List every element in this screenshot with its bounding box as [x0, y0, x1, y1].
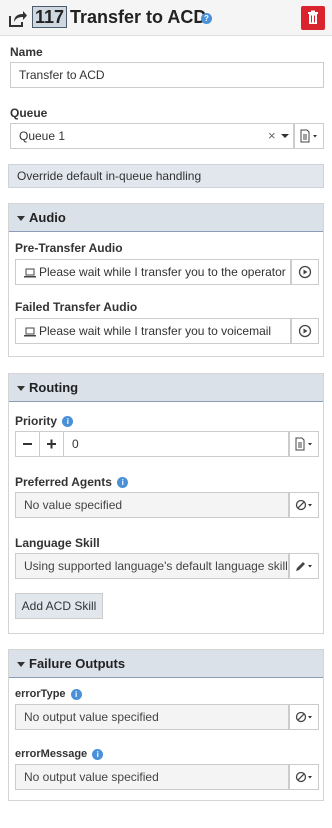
error-type-label-text: errorType	[15, 688, 66, 700]
info-icon[interactable]: i	[70, 688, 82, 700]
failure-outputs-section-header[interactable]: Failure Outputs	[9, 650, 323, 678]
pre-transfer-audio-value: Please wait while I transfer you to the …	[39, 265, 286, 279]
info-icon[interactable]: i	[62, 416, 74, 428]
language-skill-input[interactable]: Using supported language's default langu…	[15, 553, 289, 579]
help-icon[interactable]: ?	[201, 13, 212, 24]
trash-icon	[308, 10, 318, 24]
routing-section-header[interactable]: Routing	[9, 374, 323, 402]
error-type-label: errorType i	[15, 688, 82, 700]
caret-down-icon	[17, 386, 25, 391]
preferred-agents-label: Preferred Agents i	[15, 475, 129, 489]
no-value-icon	[295, 771, 312, 783]
preferred-agents-menu-button[interactable]	[289, 492, 319, 518]
laptop-icon	[24, 327, 36, 337]
document-icon	[300, 129, 317, 143]
pencil-icon	[296, 562, 312, 571]
error-type-input[interactable]: No output value specified	[15, 704, 289, 730]
language-skill-edit-button[interactable]	[289, 553, 319, 579]
priority-increment-button[interactable]	[39, 431, 64, 457]
error-message-menu-button[interactable]	[289, 764, 319, 790]
step-title: Transfer to ACD	[70, 7, 207, 27]
audio-section-header[interactable]: Audio	[9, 204, 323, 232]
override-in-queue-button[interactable]: Override default in-queue handling	[8, 164, 324, 188]
step-number: 117	[32, 6, 68, 28]
error-type-menu-button[interactable]	[289, 704, 319, 730]
routing-section-title: Routing	[29, 380, 79, 395]
caret-down-icon	[17, 662, 25, 667]
failed-transfer-audio-input[interactable]: Please wait while I transfer you to voic…	[15, 318, 291, 344]
name-label: Name	[10, 45, 43, 59]
priority-input[interactable]: 0	[63, 431, 289, 457]
audio-section-title: Audio	[29, 210, 66, 225]
priority-expression-button[interactable]	[289, 431, 319, 457]
error-message-input[interactable]: No output value specified	[15, 764, 289, 790]
caret-down-icon	[17, 216, 25, 221]
delete-button[interactable]	[301, 6, 325, 30]
no-value-icon	[295, 711, 312, 723]
info-icon[interactable]: i	[117, 477, 129, 489]
preferred-agents-input[interactable]: No value specified	[15, 492, 289, 518]
info-icon[interactable]: i	[92, 748, 104, 760]
plus-icon	[47, 439, 56, 449]
step-header: 117 Transfer to ACD ?	[0, 0, 332, 36]
play-failed-transfer-button[interactable]	[291, 318, 319, 344]
queue-label: Queue	[10, 106, 48, 120]
minus-icon	[23, 443, 32, 445]
queue-select[interactable]: Queue 1	[10, 123, 294, 149]
failed-transfer-audio-value: Please wait while I transfer you to voic…	[39, 324, 272, 338]
pre-transfer-audio-input[interactable]: Please wait while I transfer you to the …	[15, 259, 291, 285]
priority-label-text: Priority	[15, 414, 58, 428]
play-pre-transfer-button[interactable]	[291, 259, 319, 285]
preferred-agents-label-text: Preferred Agents	[15, 475, 112, 489]
chevron-down-icon[interactable]	[281, 134, 289, 138]
document-icon	[295, 437, 312, 451]
failed-transfer-audio-label: Failed Transfer Audio	[15, 300, 138, 314]
priority-decrement-button[interactable]	[15, 431, 40, 457]
clear-queue-icon[interactable]: ×	[268, 128, 276, 143]
play-icon	[298, 265, 312, 279]
play-icon	[298, 324, 312, 338]
transfer-icon	[8, 8, 28, 28]
failure-outputs-section-title: Failure Outputs	[29, 656, 126, 671]
error-message-label: errorMessage i	[15, 748, 104, 760]
no-value-icon	[295, 499, 312, 511]
error-message-label-text: errorMessage	[15, 748, 88, 760]
language-skill-label: Language Skill	[15, 536, 100, 550]
priority-label: Priority i	[15, 414, 74, 428]
pre-transfer-audio-label: Pre-Transfer Audio	[15, 241, 123, 255]
add-acd-skill-button[interactable]: Add ACD Skill	[15, 593, 103, 619]
name-input[interactable]: Transfer to ACD	[10, 62, 324, 88]
laptop-icon	[24, 268, 36, 278]
queue-value: Queue 1	[19, 129, 66, 143]
queue-expression-button[interactable]	[294, 123, 324, 149]
